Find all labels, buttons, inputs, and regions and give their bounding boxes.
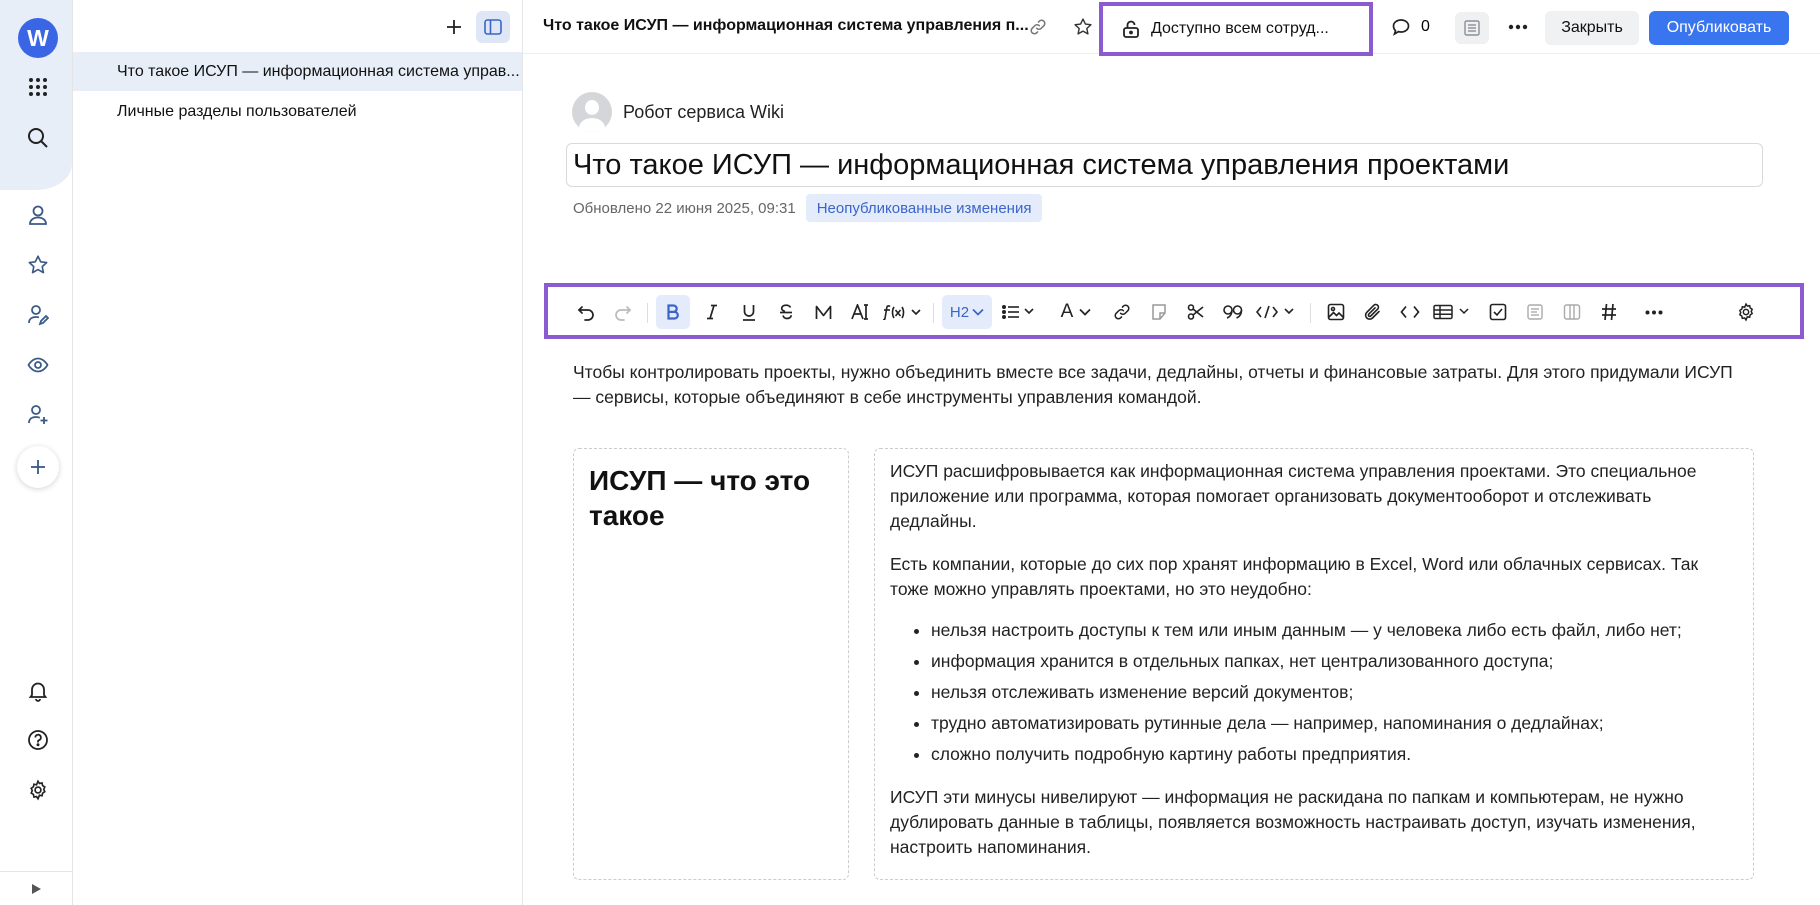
comment-icon	[1392, 19, 1410, 36]
copy-link-icon[interactable]	[1023, 12, 1053, 42]
list-item[interactable]: нельзя отслеживать изменение версий доку…	[931, 680, 1738, 705]
updated-timestamp: Обновлено 22 июня 2025, 09:31	[573, 199, 796, 217]
lock-open-icon	[1123, 20, 1139, 38]
comments-button[interactable]: 0	[1391, 14, 1430, 40]
tree-header	[73, 0, 523, 54]
list-item[interactable]: информация хранится в отдельных папках, …	[931, 649, 1738, 674]
bullet-list: нельзя настроить доступы к тем или иным …	[931, 618, 1738, 767]
paragraph-2[interactable]: Есть компании, которые до сих пор хранят…	[890, 552, 1738, 602]
chevron-down-icon	[972, 308, 984, 316]
intro-paragraph[interactable]: Чтобы контролировать проекты, нужно объе…	[573, 360, 1753, 410]
person-add-icon[interactable]	[18, 395, 58, 435]
quote-icon[interactable]	[1217, 295, 1249, 329]
paragraph-1[interactable]: ИСУП расшифровывается как информационная…	[890, 459, 1738, 534]
toggle-tree-button[interactable]	[476, 11, 510, 43]
comments-count: 0	[1421, 18, 1430, 35]
underline-icon[interactable]	[733, 295, 765, 329]
publish-button[interactable]: Опубликовать	[1649, 11, 1789, 45]
bold-icon[interactable]	[656, 295, 690, 329]
app-logo[interactable]: W	[18, 18, 58, 58]
person-icon[interactable]	[18, 195, 58, 235]
text-size-icon[interactable]	[844, 295, 878, 329]
star-icon[interactable]	[18, 245, 58, 285]
plus-icon[interactable]	[17, 446, 59, 488]
checkbox-icon[interactable]	[1482, 295, 1514, 329]
settings-icon[interactable]	[1730, 295, 1762, 329]
unpublished-changes-badge[interactable]: Неопубликованные изменения	[805, 194, 1043, 222]
undo-icon[interactable]	[570, 295, 602, 329]
list-item[interactable]: нельзя настроить доступы к тем или иным …	[931, 618, 1738, 643]
document-title-input[interactable]: Что такое ИСУП — информационная система …	[566, 143, 1763, 187]
page-view-button[interactable]	[1455, 12, 1489, 44]
columns-icon[interactable]	[1556, 295, 1588, 329]
top-bar: Что такое ИСУП — информационная система …	[523, 0, 1820, 56]
tree-item-personal-sections[interactable]: Личные разделы пользователей	[73, 92, 522, 131]
link-icon[interactable]	[1106, 295, 1138, 329]
help-icon[interactable]	[18, 720, 58, 760]
avatar[interactable]	[572, 92, 612, 132]
inline-code-icon[interactable]	[1394, 295, 1426, 329]
access-settings-button[interactable]: Доступно всем сотруд...	[1099, 2, 1373, 56]
eye-icon[interactable]	[18, 345, 58, 385]
form-icon[interactable]	[1519, 295, 1551, 329]
heading-level: H2	[949, 303, 970, 321]
list-dropdown[interactable]	[998, 295, 1042, 329]
person-edit-icon[interactable]	[18, 295, 58, 335]
document-meta: Обновлено 22 июня 2025, 09:31 Неопублико…	[573, 194, 1043, 222]
table-dropdown[interactable]	[1431, 295, 1475, 329]
heading-dropdown[interactable]: H2	[942, 295, 992, 329]
text-color-icon: A	[1060, 301, 1074, 322]
image-icon[interactable]	[1320, 295, 1352, 329]
attachment-icon[interactable]	[1357, 295, 1389, 329]
code-block-icon	[1256, 305, 1294, 319]
hash-icon[interactable]	[1593, 295, 1625, 329]
add-page-button[interactable]	[440, 13, 468, 41]
strikethrough-icon[interactable]	[770, 295, 802, 329]
sidebar-icon	[484, 19, 502, 35]
author-block: Робот сервиса Wiki	[572, 92, 784, 132]
plus-icon	[447, 20, 461, 34]
more-options-icon[interactable]	[1503, 12, 1533, 42]
layout-column-right[interactable]: ИСУП расшифровывается как информационная…	[874, 448, 1754, 880]
document-icon	[1464, 20, 1480, 36]
redo-icon[interactable]	[607, 295, 639, 329]
navigation-tree: Что такое ИСУП — информационная система …	[73, 0, 523, 905]
list-item[interactable]: трудно автоматизировать рутинные дела — …	[931, 711, 1738, 736]
section-heading[interactable]: ИСУП — что это такое	[589, 463, 833, 533]
bell-icon[interactable]	[18, 671, 58, 711]
search-icon[interactable]	[18, 118, 58, 158]
collapse-rail[interactable]	[0, 871, 72, 905]
formula-icon	[883, 305, 921, 320]
table-icon	[1433, 304, 1469, 320]
formula-dropdown[interactable]	[882, 295, 926, 329]
wiki-app: W Что такое ИСУП — информационная систем…	[0, 0, 1820, 905]
play-icon	[32, 883, 41, 894]
cut-icon[interactable]	[1180, 295, 1212, 329]
chevron-down-icon	[1079, 308, 1091, 316]
close-button[interactable]: Закрыть	[1545, 11, 1639, 45]
list-item[interactable]: сложно получить подробную картину работы…	[931, 742, 1738, 767]
italic-icon[interactable]	[696, 295, 728, 329]
list-icon	[1002, 305, 1034, 319]
apps-icon[interactable]	[18, 67, 58, 107]
left-rail: W	[0, 0, 73, 905]
tree-item-current-page[interactable]: Что такое ИСУП — информационная система …	[73, 52, 522, 91]
paragraph-3[interactable]: ИСУП эти минусы нивелируют — информация …	[890, 785, 1738, 860]
code-block-dropdown[interactable]	[1254, 295, 1300, 329]
layout-column-left[interactable]: ИСУП — что это такое	[573, 448, 849, 880]
breadcrumb-title: Что такое ИСУП — информационная система …	[543, 17, 1029, 34]
monospace-icon[interactable]	[807, 295, 839, 329]
gear-icon[interactable]	[18, 770, 58, 810]
more-icon[interactable]	[1636, 295, 1672, 329]
favorite-star-icon[interactable]	[1068, 12, 1098, 42]
note-icon[interactable]	[1143, 295, 1175, 329]
text-color-dropdown[interactable]: A	[1054, 295, 1098, 329]
access-label: Доступно всем сотруд...	[1151, 20, 1329, 37]
editor-toolbar: H2 A	[544, 283, 1804, 339]
author-name[interactable]: Робот сервиса Wiki	[623, 102, 784, 123]
